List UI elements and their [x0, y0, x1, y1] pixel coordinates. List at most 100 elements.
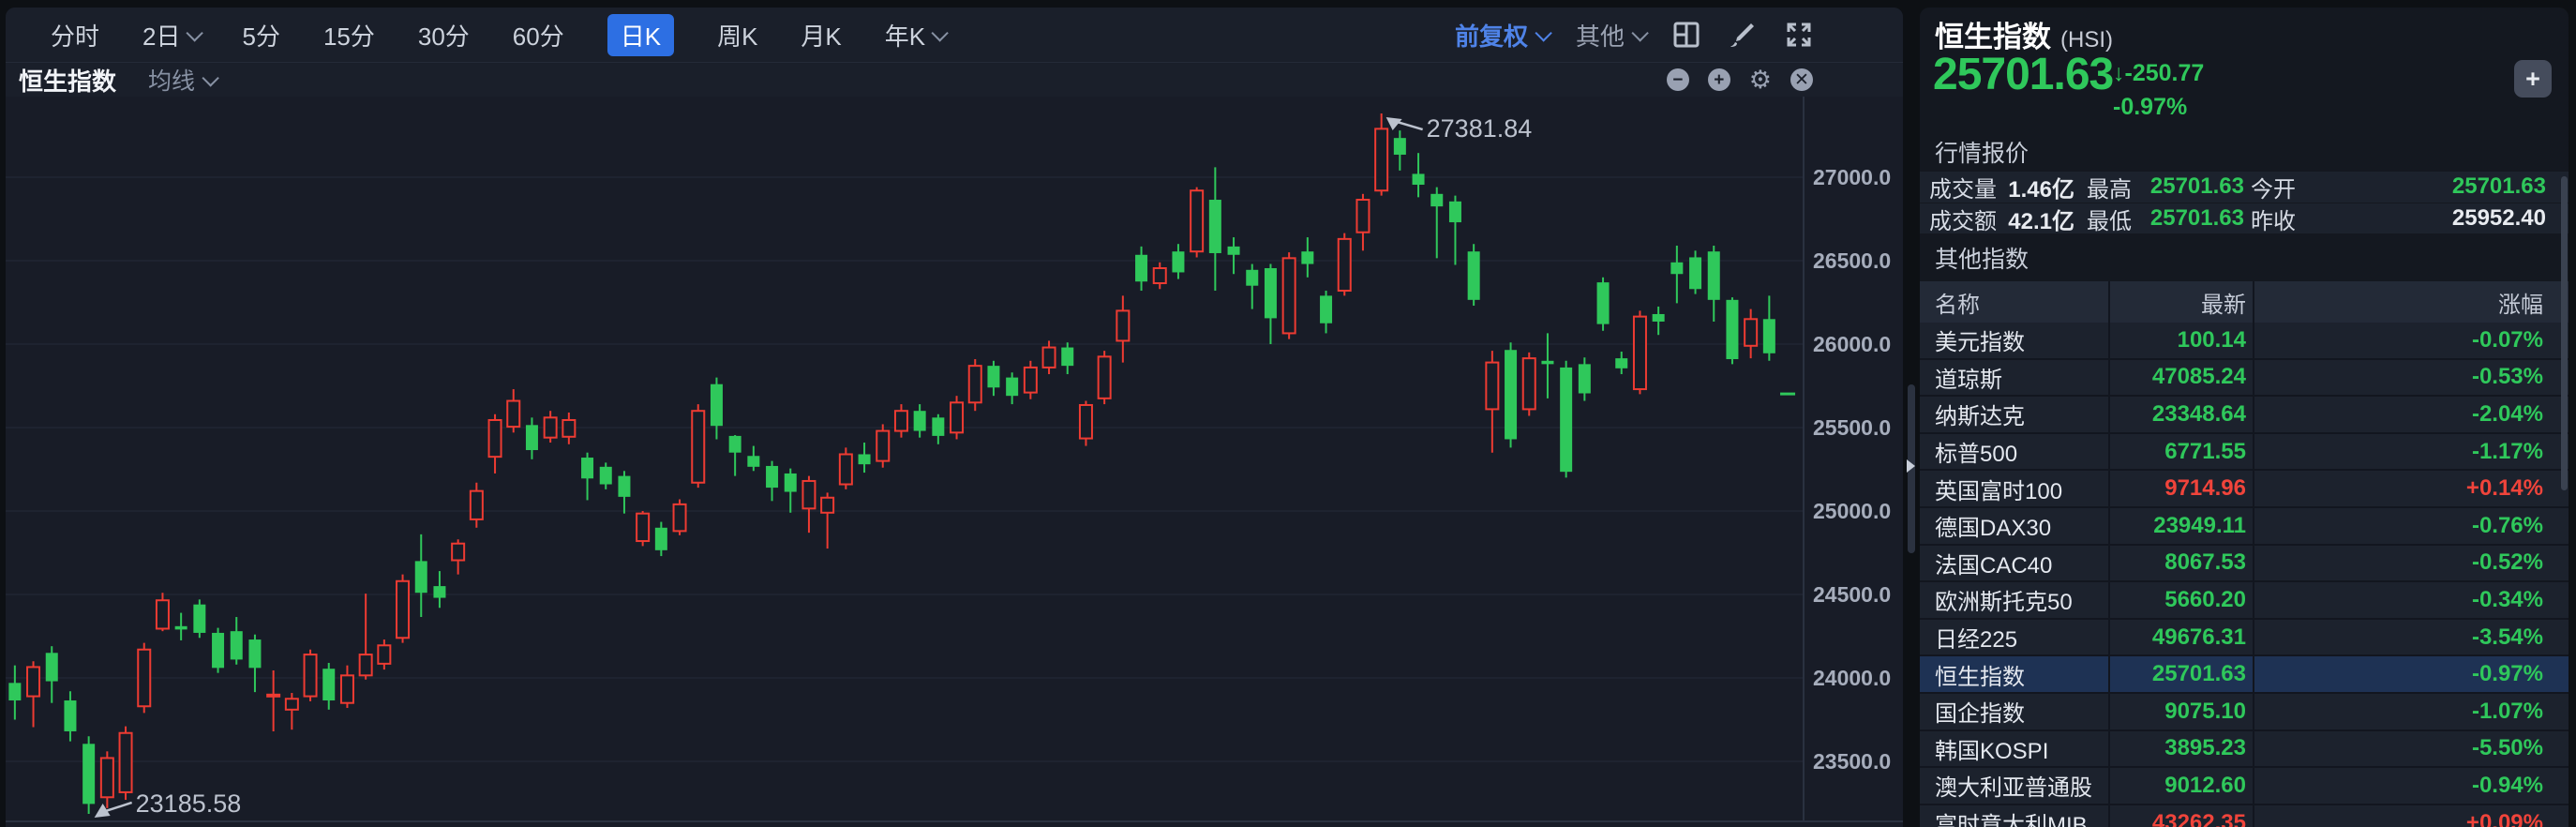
more-indicators-dropdown[interactable]: 其他 [1576, 18, 1644, 53]
period-tab-30分[interactable]: 30分 [418, 18, 470, 53]
candle-body-down [175, 626, 187, 630]
index-table-body: 美元指数100.14-0.07%道琼斯47085.24-0.53%纳斯达克233… [1920, 323, 2569, 827]
chevron-down-icon [187, 24, 203, 41]
candle-body-up [138, 650, 150, 707]
ma-indicator-dropdown[interactable]: 均线 [148, 63, 215, 97]
index-last: 6771.55 [2110, 439, 2246, 465]
candle-body-up [452, 544, 464, 561]
index-change-pct: -0.34% [2254, 587, 2543, 613]
candle-body-up [1486, 363, 1498, 410]
candlestick-chart[interactable]: 27000.026500.026000.025500.025000.024500… [6, 97, 1903, 827]
candle-body-down [1468, 251, 1480, 300]
zoom-in-icon[interactable]: + [1708, 68, 1730, 91]
index-last: 25701.63 [2110, 661, 2246, 687]
candle-body-down [785, 474, 797, 492]
period-tab-15分[interactable]: 15分 [323, 18, 375, 53]
chart-card: 分时 2日 5分 15分 30分 60分 日K 周K 月K 年K 前复权 其他 [6, 8, 1903, 827]
fullscreen-expand-icon[interactable] [1785, 21, 1813, 49]
index-row-澳大利亚普通股[interactable]: 澳大利亚普通股9012.60-0.94% [1920, 768, 2569, 805]
index-row-国企指数[interactable]: 国企指数9075.10-1.07% [1920, 694, 2569, 731]
index-last: 8067.53 [2110, 549, 2246, 576]
index-last: 100.14 [2110, 327, 2246, 353]
index-row-英国富时100[interactable]: 英国富时1009714.96+0.14% [1920, 471, 2569, 508]
candle-body-up [286, 699, 298, 710]
index-name: 日经225 [1935, 621, 2017, 654]
more-label: 其他 [1576, 18, 1625, 53]
price-change-pct: -0.97% [2113, 94, 2187, 121]
quote-value: 1.46亿 [2008, 171, 2074, 203]
candle-body-down [193, 605, 205, 633]
candle-body-down [932, 417, 944, 436]
index-last: 9714.96 [2110, 475, 2246, 502]
period-tab-日K[interactable]: 日K [607, 14, 674, 56]
period-tab-月K[interactable]: 月K [801, 18, 841, 53]
settings-gear-icon[interactable]: ⚙ [1749, 68, 1772, 93]
column-divider [2253, 281, 2254, 827]
adjust-type-label: 前复权 [1455, 18, 1528, 53]
zoom-out-icon[interactable]: − [1667, 68, 1689, 91]
index-row-法国CAC40[interactable]: 法国CAC408067.53-0.52% [1920, 546, 2569, 583]
period-tab-5分[interactable]: 5分 [242, 18, 279, 53]
index-row-韩国KOSPI[interactable]: 韩国KOSPI3895.23-5.50% [1920, 731, 2569, 769]
candle-body-up [1375, 128, 1387, 190]
panel-collapse-handle[interactable] [1907, 459, 1915, 473]
y-axis-tick-label: 24500.0 [1813, 582, 1891, 607]
chevron-down-icon [202, 69, 218, 86]
candle-body-up [471, 491, 483, 519]
candle-body-up [1191, 190, 1203, 251]
period-tab-label: 30分 [418, 18, 470, 53]
index-row-日经225[interactable]: 日经22549676.31-3.54% [1920, 620, 2569, 657]
add-to-watchlist-button[interactable]: + [2514, 60, 2552, 98]
price-change: ↓-250.77 [2113, 60, 2204, 87]
index-change-pct: -1.07% [2254, 699, 2543, 725]
candle-body-down [1615, 358, 1627, 368]
index-name: 国企指数 [1935, 695, 2025, 728]
index-row-德国DAX30[interactable]: 德国DAX3023949.11-0.76% [1920, 508, 2569, 546]
candle-body-down [212, 633, 224, 668]
ma-label: 均线 [148, 63, 195, 97]
panel-scrollbar[interactable] [2561, 176, 2568, 490]
index-name: 韩国KOSPI [1935, 732, 2048, 765]
candle-body-up [1745, 319, 1757, 345]
close-chart-icon[interactable]: ✕ [1790, 68, 1813, 91]
layout-grid-icon[interactable] [1672, 21, 1700, 49]
candle-body-down [526, 425, 538, 450]
column-header-change: 涨幅 [2254, 286, 2543, 319]
quote-label: 昨收 [2251, 203, 2296, 235]
index-row-纳斯达克[interactable]: 纳斯达克23348.64-2.04% [1920, 397, 2569, 434]
candle-body-down [1560, 368, 1572, 472]
index-change-pct: -0.07% [2254, 327, 2543, 353]
draw-brush-icon[interactable] [1729, 21, 1757, 49]
period-tab-年K[interactable]: 年K [885, 18, 944, 53]
candle-body-down [1505, 350, 1517, 439]
candle-body-up [397, 581, 409, 639]
index-row-欧洲斯托克50[interactable]: 欧洲斯托克505660.20-0.34% [1920, 582, 2569, 620]
candle-body-down [46, 653, 58, 681]
candle-body-up [692, 411, 704, 483]
period-tab-分时[interactable]: 分时 [51, 18, 99, 53]
candle-body-up [969, 366, 981, 402]
candle-body-down [1670, 263, 1683, 274]
index-last: 49676.31 [2110, 624, 2246, 651]
index-row-标普500[interactable]: 标普5006771.55-1.17% [1920, 434, 2569, 472]
period-tab-2日[interactable]: 2日 [142, 18, 199, 53]
period-tab-周K[interactable]: 周K [717, 18, 757, 53]
high-annotation-label: 27381.84 [1427, 114, 1533, 143]
index-row-道琼斯[interactable]: 道琼斯47085.24-0.53% [1920, 360, 2569, 398]
period-tab-60分[interactable]: 60分 [513, 18, 564, 53]
period-tab-label: 日K [621, 18, 661, 53]
index-name: 法国CAC40 [1935, 547, 2052, 579]
candle-body-up [637, 514, 649, 541]
candle-body-down [1246, 270, 1258, 286]
candle-body-up [545, 417, 557, 437]
candle-body-down [415, 561, 427, 593]
candle-body-down [600, 467, 612, 485]
adjust-type-dropdown[interactable]: 前复权 [1455, 18, 1548, 53]
chevron-down-icon [932, 24, 949, 41]
quote-value: 25952.40 [2452, 205, 2546, 232]
index-row-富时意大利MIB[interactable]: 富时意大利MIB43262.35+0.09% [1920, 805, 2569, 827]
candle-body-down [433, 586, 445, 597]
index-name: 恒生指数 [1935, 658, 2025, 691]
index-row-恒生指数[interactable]: 恒生指数25701.63-0.97% [1920, 656, 2569, 694]
index-row-美元指数[interactable]: 美元指数100.14-0.07% [1920, 323, 2569, 360]
